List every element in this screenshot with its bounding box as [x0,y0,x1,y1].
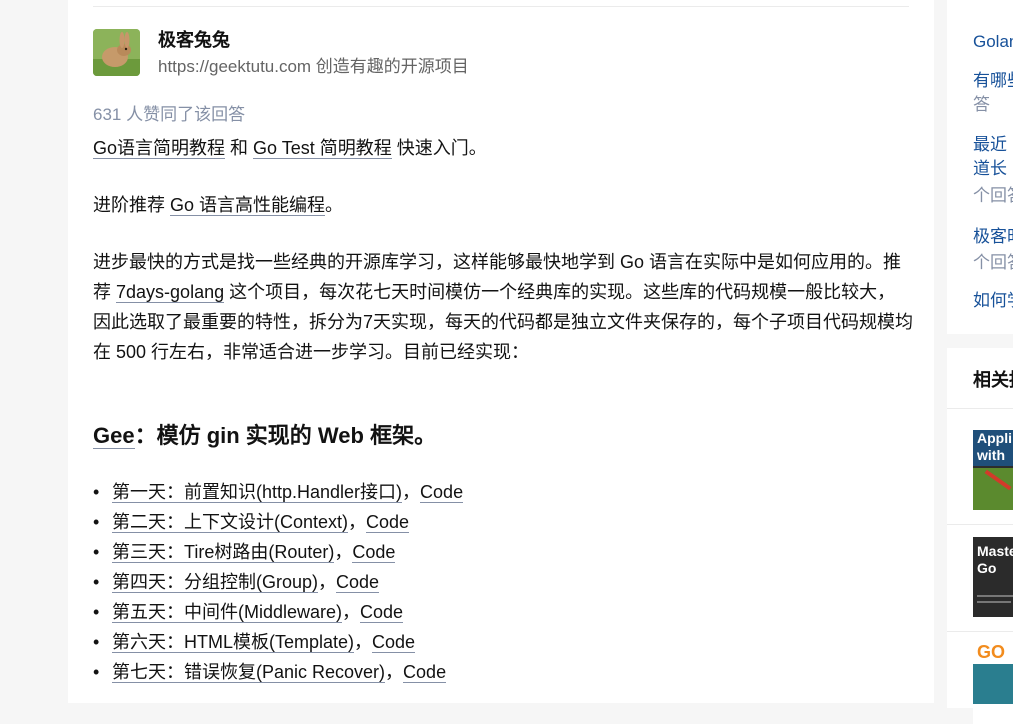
day-4-link[interactable]: 第四天：分组控制(Group) [112,572,319,593]
separator: ， [354,632,373,652]
day-list: • 第一天：前置知识(http.Handler接口)，Code • 第二天：上下文设计… [93,477,464,687]
day-4-code-link[interactable]: Code [336,572,380,593]
day-list-item: • 第二天：上下文设计(Context)，Code [93,507,463,537]
book-cover-3-title: GO [977,644,1006,662]
author-info: 极客兔兔 https://geektutu.com 创造有趣的开源项目 [93,29,913,77]
day-1-code-link[interactable]: Code [420,482,464,503]
text: 。 [325,195,344,215]
right-sidebar: Golan 有哪些 答 最近 道长 个回答 极客时 个回答 如何学 相关推 Ap… [947,0,1013,724]
section-heading: Gee：模仿 gin 实现的 Web 框架。 [93,420,436,452]
day-list-item: • 第三天：Tire树路由(Router)，Code [93,537,463,567]
day-6-link[interactable]: 第六天：HTML模板(Template) [112,632,355,653]
link-go-test-tutorial[interactable]: Go Test 简明教程 [253,138,392,159]
bullet: • [93,602,100,622]
day-2-code-link[interactable]: Code [366,512,410,533]
book-cover-2[interactable]: Maste Go [973,537,1013,617]
separator: ， [342,602,361,622]
heading-rest: ：模仿 gin 实现的 Web 框架。 [134,423,437,448]
book-cover-line [977,601,1011,603]
related-question-2[interactable]: 有哪些 [973,69,1013,93]
author-bio: https://geektutu.com 创造有趣的开源项目 [158,57,469,76]
day-2-link[interactable]: 第二天：上下文设计(Context) [112,512,349,533]
related-question-3-meta: 个回答 [973,186,1013,205]
vote-count: 631 人赞同了该回答 [93,105,246,124]
bullet: • [93,572,100,592]
divider [93,6,909,7]
separator: ， [385,662,404,682]
bullet: • [93,482,100,502]
author-avatar[interactable] [93,29,140,76]
day-3-code-link[interactable]: Code [352,542,396,563]
day-5-code-link[interactable]: Code [360,602,404,623]
day-5-link[interactable]: 第五天：中间件(Middleware) [112,602,343,623]
separator: ， [402,482,421,502]
link-go-tutorial[interactable]: Go语言简明教程 [93,138,226,159]
answer-card: 极客兔兔 https://geektutu.com 创造有趣的开源项目 631 … [68,0,934,703]
book-cover-line [977,595,1013,597]
related-question-4-meta: 个回答 [973,253,1013,272]
related-books-card: 相关推 Appli with Maste Go GO [947,348,1013,724]
book-cover-art [973,664,1013,704]
day-list-item: • 第七天：错误恢复(Panic Recover)，Code [93,657,463,687]
text: 和 [225,138,254,158]
day-7-link[interactable]: 第七天：错误恢复(Panic Recover) [112,662,386,683]
author-name[interactable]: 极客兔兔 [158,29,230,51]
paragraph-7days: 进步最快的方式是找一些经典的开源库学习，这样能够最快地学到 Go 语言在实际中是… [93,247,913,367]
link-go-high-performance[interactable]: Go 语言高性能编程 [170,195,326,216]
day-list-item: • 第五天：中间件(Middleware)，Code [93,597,463,627]
link-7days-golang[interactable]: 7days-golang [116,282,225,303]
paragraph-intro: Go语言简明教程 和 Go Test 简明教程 快速入门。 [93,133,487,163]
paragraph-advanced: 进阶推荐 Go 语言高性能编程。 [93,190,343,220]
related-question-2-meta: 答 [973,95,990,114]
divider [947,631,1013,632]
day-list-item: • 第六天：HTML模板(Template)，Code [93,627,463,657]
separator: ， [334,542,353,562]
book-cover-3[interactable]: GO [973,644,1013,724]
book-cover-1-title: Appli with [977,430,1012,463]
related-books-title: 相关推 [973,370,1013,390]
related-question-3[interactable]: 最近 [973,133,1007,157]
link-gee[interactable]: Gee [93,423,135,449]
related-question-1[interactable]: Golan [973,30,1013,54]
separator: ， [318,572,337,592]
related-question-4[interactable]: 极客时 [973,225,1013,249]
rabbit-avatar-image [93,29,140,76]
day-list-item: • 第一天：前置知识(http.Handler接口)，Code [93,477,464,507]
day-7-code-link[interactable]: Code [403,662,447,683]
bullet: • [93,542,100,562]
day-3-link[interactable]: 第三天：Tire树路由(Router) [112,542,335,563]
related-question-3-line2[interactable]: 道长 [973,157,1007,181]
divider [947,524,1013,525]
related-questions-card: Golan 有哪些 答 最近 道长 个回答 极客时 个回答 如何学 [947,0,1013,334]
bullet: • [93,662,100,682]
book-cover-2-title: Maste Go [977,543,1013,576]
divider [947,408,1013,409]
bullet: • [93,632,100,652]
separator: ， [348,512,367,532]
related-question-5[interactable]: 如何学 [973,289,1013,313]
day-1-link[interactable]: 第一天：前置知识(http.Handler接口) [112,482,403,503]
day-6-code-link[interactable]: Code [372,632,416,653]
text: 进阶推荐 [93,195,171,215]
book-cover-1[interactable]: Appli with [973,430,1013,510]
bullet: • [93,512,100,532]
day-list-item: • 第四天：分组控制(Group)，Code [93,567,463,597]
text: 快速入门。 [391,138,487,158]
